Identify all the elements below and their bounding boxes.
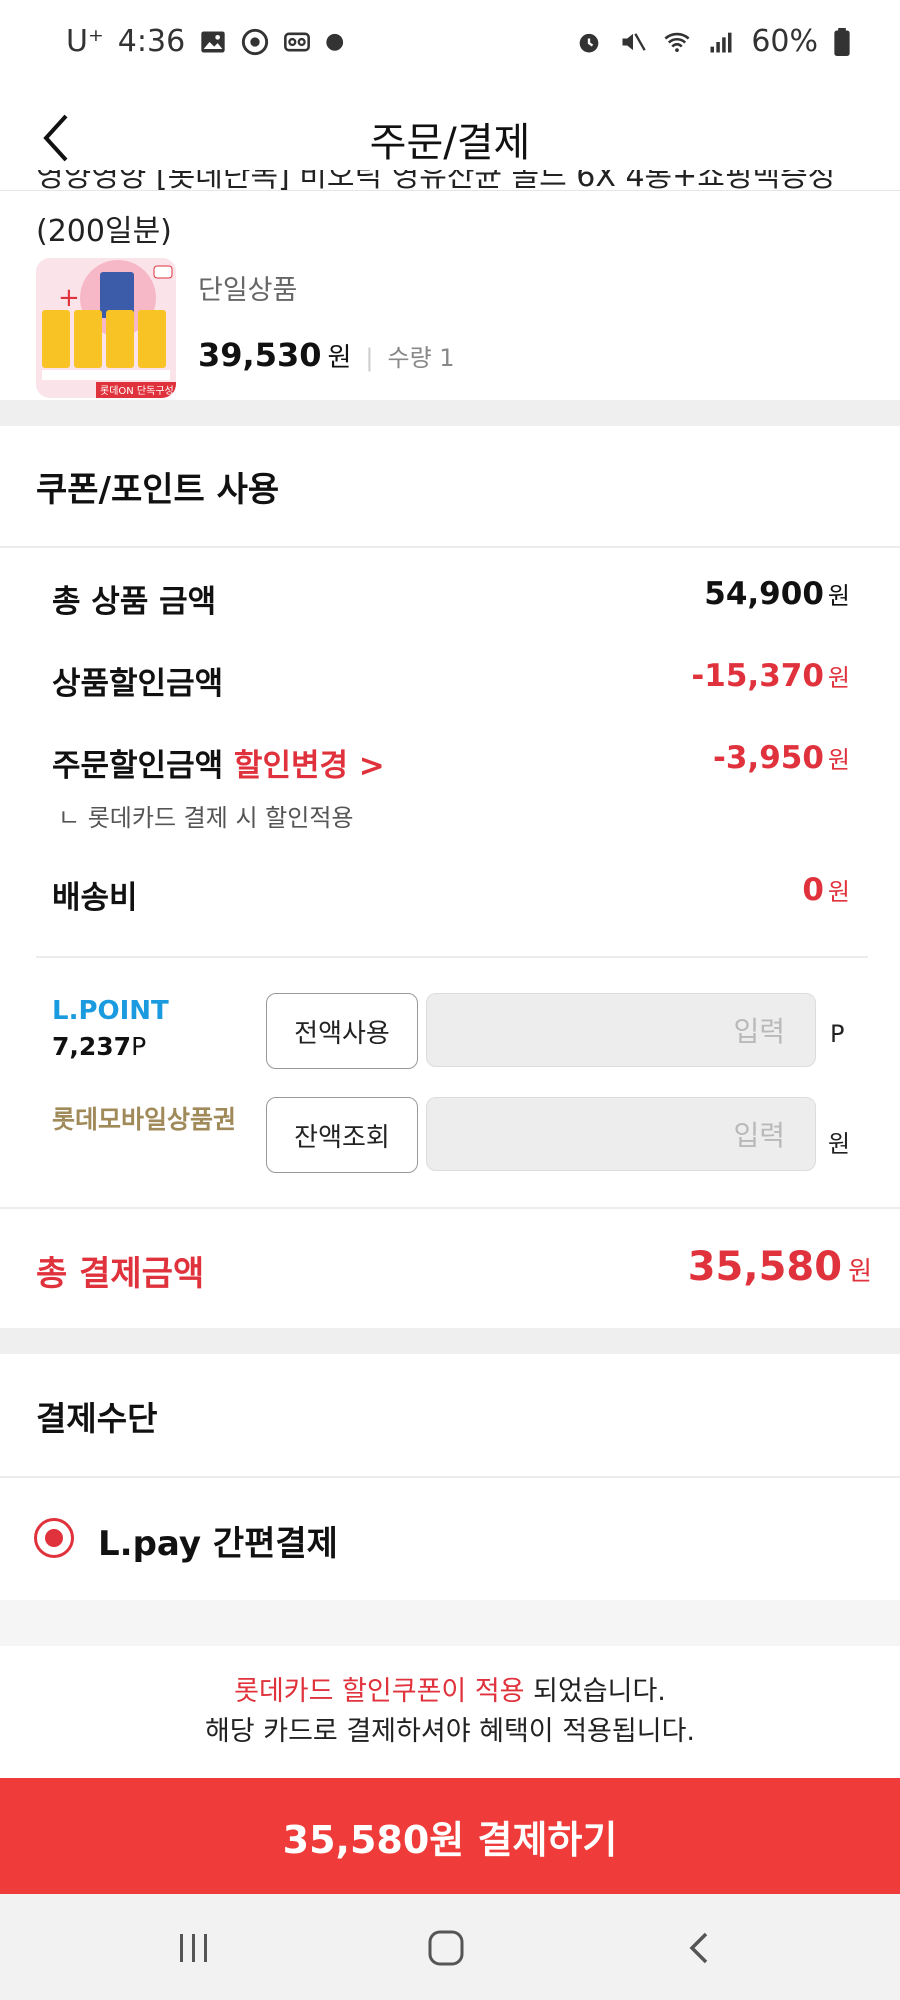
goods-discount-amount: -15,370 (691, 658, 824, 694)
lpoint-balance-row: 7,237P (52, 1032, 146, 1061)
battery-icon (834, 27, 850, 56)
coupon-section-title: 쿠폰/포인트 사용 (36, 470, 280, 510)
lpoint-input[interactable]: 입력 (426, 993, 816, 1067)
currency: 원 (848, 1257, 872, 1287)
battery-percent: 60% (751, 24, 818, 59)
check-balance-button[interactable]: 잔액조회 (266, 1097, 418, 1173)
divider (0, 1476, 900, 1478)
lpoint-label: L.POINT (52, 996, 169, 1026)
shipping-amount: 0 (802, 872, 824, 908)
total-goods-label: 총 상품 금액 (52, 584, 217, 620)
total-payment-value: 35,580 원 (688, 1244, 872, 1290)
card-discount-notice: 롯데카드 할인쿠폰이 적용 되었습니다. 해당 카드로 결제하셔야 혜택이 적용… (0, 1672, 900, 1752)
system-nav-bar (0, 1894, 900, 2000)
alarm-icon (579, 33, 599, 52)
product-quantity: 수량 1 (387, 344, 455, 372)
voicemail-icon (284, 32, 311, 51)
price-currency: 원 (327, 343, 352, 373)
goods-discount-value: -15,370 원 (691, 658, 850, 694)
total-goods-value: 54,900 원 (704, 576, 850, 612)
giftcard-unit: 원 (828, 1130, 851, 1158)
divider (0, 546, 900, 548)
section-gap (0, 1328, 900, 1354)
currency: 원 (827, 746, 850, 774)
wifi-icon (664, 32, 690, 52)
gallery-icon (201, 31, 225, 52)
mute-icon (622, 32, 646, 51)
giftcard-label: 롯데모바일상품권 (52, 1105, 237, 1134)
product-type: 단일상품 (198, 275, 298, 306)
page-title: 주문/결제 (369, 120, 531, 166)
back-nav-icon[interactable] (684, 1928, 714, 1968)
signal-icon (710, 32, 732, 52)
lpay-label[interactable]: L.pay 간편결제 (98, 1516, 338, 1565)
notice-line1: 되었습니다. (524, 1676, 666, 1707)
goods-discount-label: 상품할인금액 (52, 666, 224, 702)
order-discount-value: -3,950 원 (713, 740, 850, 776)
lpay-radio[interactable] (34, 1518, 74, 1558)
home-icon[interactable] (426, 1928, 466, 1968)
product-thumbnail[interactable]: + 롯데ON 단독구성 (36, 258, 176, 398)
divider (36, 956, 868, 958)
divider: | (365, 344, 374, 372)
recent-apps-icon[interactable] (176, 1930, 212, 1966)
giftcard-input[interactable]: 입력 (426, 1097, 816, 1171)
change-discount-link[interactable]: 할인변경 > (234, 748, 385, 784)
payment-section-title: 결제수단 (36, 1399, 158, 1438)
product-name-continued: (200일분) (36, 214, 172, 249)
currency: 원 (827, 582, 850, 610)
notification-dot-icon: ● (325, 29, 345, 54)
carrier-label: U⁺ (66, 24, 104, 59)
currency: 원 (827, 664, 850, 692)
order-discount-label: 주문할인금액 (52, 748, 224, 784)
divider (0, 1207, 900, 1209)
currency: 원 (827, 878, 850, 906)
shipping-label: 배송비 (52, 880, 138, 916)
app-icon (242, 28, 269, 55)
section-gap (0, 400, 900, 426)
total-payment-label: 총 결제금액 (36, 1254, 205, 1294)
pay-button[interactable]: 35,580원 결제하기 (0, 1778, 900, 1894)
order-discount-amount: -3,950 (712, 740, 824, 776)
status-bar: U⁺ 4:36 ● 60% (0, 0, 900, 90)
order-discount-note: ㄴ 롯데카드 결제 시 할인적용 (58, 804, 354, 832)
total-goods-amount: 54,900 (704, 576, 824, 612)
order-discount-row: 주문할인금액 할인변경 > (52, 740, 385, 785)
product-image-icon: + 롯데ON 단독구성 (36, 258, 176, 398)
thumb-badge: 롯데ON 단독구성 (100, 385, 174, 397)
status-left: U⁺ 4:36 ● (66, 24, 344, 59)
status-right: 60% (575, 24, 850, 59)
notice-line2: 해당 카드로 결제하셔야 혜택이 적용됩니다. (204, 1716, 696, 1747)
product-name: 영양영양 [롯데단독] 비오틱 영유산균 골드 6X 4통+쇼핑백증정 (36, 170, 836, 192)
section-gap (0, 1600, 900, 1646)
lpoint-unit-small: P (131, 1032, 147, 1061)
use-all-points-button[interactable]: 전액사용 (266, 993, 418, 1069)
lpoint-unit: P (830, 1020, 845, 1048)
svg-text:+: + (58, 283, 80, 313)
shipping-value: 0원 (802, 872, 850, 908)
clock: 4:36 (117, 24, 186, 59)
total-payment-amount: 35,580 (687, 1244, 843, 1290)
notice-highlight: 롯데카드 할인쿠폰이 적용 (234, 1676, 525, 1707)
lpoint-balance: 7,237 (52, 1032, 132, 1061)
product-price: 39,530 (198, 336, 322, 374)
product-price-row: 39,530 원 | 수량 1 (198, 336, 455, 374)
